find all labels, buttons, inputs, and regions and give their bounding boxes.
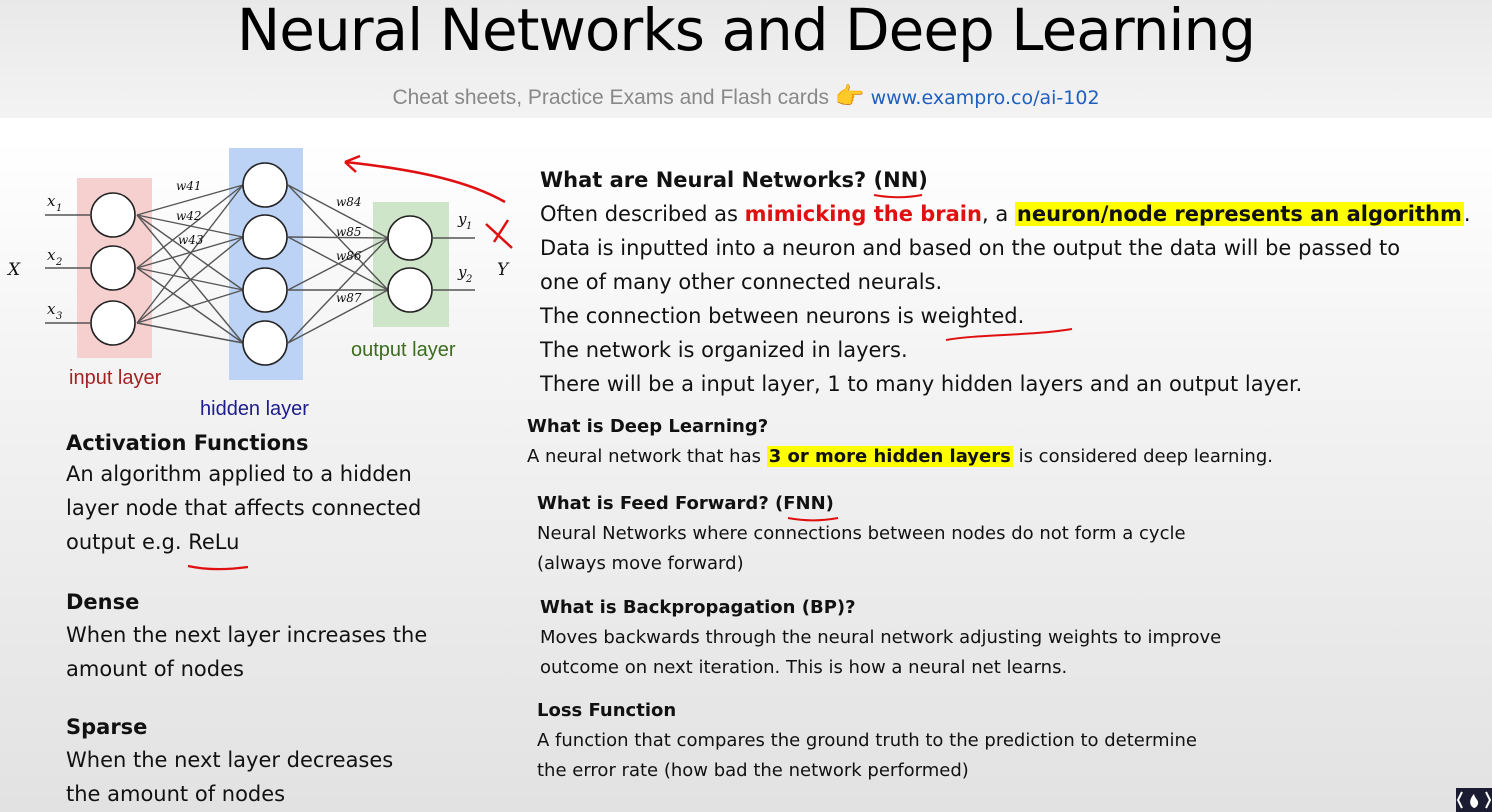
mimicking-brain-text: mimicking the brain [744,202,982,226]
sparse-section: Sparse When the next layer decreases the… [66,715,393,811]
sparse-line-1: When the next layer decreases [66,748,394,772]
sparse-line-2: the amount of nodes [66,782,286,806]
deep-line: A neural network that has 3 or more hidd… [527,446,1273,467]
neuron-algorithm-highlight: neuron/node represents an algorithm [1014,202,1464,226]
activation-line-2: layer node that affects connected [66,496,422,520]
deep-title: What is Deep Learning? [527,416,769,437]
activation-section: Activation Functions An algorithm applie… [66,431,421,559]
header: Neural Networks and Deep Learning Cheat … [0,0,1492,118]
svg-text:2: 2 [465,274,472,285]
input-x1: x [47,192,56,210]
bp-title: What is Backpropagation (BP)? [540,597,856,618]
freecodecamp-logo-icon [1456,788,1492,812]
fnn-underline [787,517,839,522]
output-layer-label: output layer [351,339,456,361]
x-label: X [6,260,21,280]
nn-line-1: Often described as mimicking the brain, … [540,202,1471,226]
relu-underline [187,564,249,571]
subtitle-text: Cheat sheets, Practice Exams and Flash c… [392,86,829,109]
weight-w84: w84 [336,195,362,209]
dense-title: Dense [66,590,140,614]
dense-line-2: amount of nodes [66,657,244,681]
weight-w42: w42 [176,209,202,223]
hidden-layer-label: hidden layer [200,398,309,420]
bp-line-1: Moves backwards through the neural netwo… [540,627,1222,648]
red-arrow-annotation [344,160,506,204]
loss-title: Loss Function [537,700,677,721]
exampro-link[interactable]: www.exampro.co/ai-102 [871,87,1100,109]
activation-line-3: output e.g. ReLu [66,530,240,554]
svg-text:1: 1 [56,203,62,214]
hidden-layers-highlight: 3 or more hidden layers [766,446,1013,467]
dense-line-1: When the next layer increases the [66,623,428,647]
input-x2: x [47,246,56,264]
weight-w43: w43 [178,233,204,247]
neural-networks-section: What are Neural Networks? (NN) Often des… [540,163,1490,401]
weight-w85: w85 [336,225,362,239]
input-layer-label: input layer [69,367,162,389]
y-label: Y [497,260,510,280]
loss-line-1: A function that compares the ground trut… [537,730,1197,751]
nn-title: What are Neural Networks? (NN) [540,168,928,192]
nn-line-3: one of many other connected neurals. [540,270,943,294]
svg-text:3: 3 [56,311,62,322]
input-x3: x [47,300,56,318]
activation-line-1: An algorithm applied to a hidden [66,462,412,486]
nn-underline [873,194,923,199]
ff-line-1: Neural Networks where connections betwee… [537,523,1186,544]
ff-line-2: (always move forward) [537,553,744,574]
svg-text:1: 1 [466,221,472,232]
svg-text:2: 2 [55,257,62,268]
backprop-section: What is Backpropagation (BP)? Moves back… [540,593,1221,683]
weight-w41: w41 [176,179,202,193]
ff-title: What is Feed Forward? (FNN) [537,493,834,514]
weight-w87: w87 [336,291,362,305]
loss-section: Loss Function A function that compares t… [537,696,1197,786]
page-title: Neural Networks and Deep Learning [236,0,1256,64]
feed-forward-section: What is Feed Forward? (FNN) Neural Netwo… [537,489,1186,579]
nn-line-6: There will be a input layer, 1 to many h… [540,372,1303,396]
subtitle: Cheat sheets, Practice Exams and Flash c… [0,82,1492,111]
activation-title: Activation Functions [66,431,309,455]
dense-section: Dense When the next layer increases the … [66,590,427,686]
bp-line-2: outcome on next iteration. This is how a… [540,657,1068,678]
nn-line-2: Data is inputted into a neuron and based… [540,236,1401,260]
pointing-hand-icon: 👉 [834,83,865,110]
sparse-title: Sparse [66,715,148,739]
loss-line-2: the error rate (how bad the network perf… [537,760,969,781]
red-x-mark [485,219,513,249]
weighted-underline [945,328,1073,341]
weight-w86: w86 [336,249,362,263]
deep-learning-section: What is Deep Learning? A neural network … [527,412,1273,472]
neural-network-diagram: X x1 x2 x3 y1 y2 Y w41 w42 w43 w84 w85 w… [6,148,513,420]
